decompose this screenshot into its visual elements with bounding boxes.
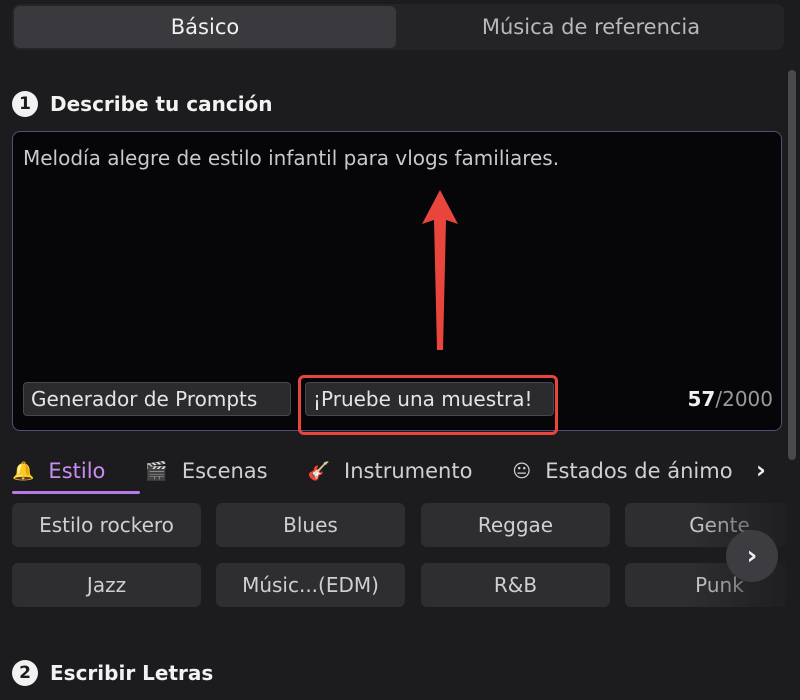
chip-estilo-rockero[interactable]: Estilo rockero	[12, 503, 201, 547]
section-describe-heading: 1 Describe tu canción	[12, 91, 273, 117]
char-count: 57	[687, 387, 716, 411]
tab-label: Escenas	[181, 459, 268, 483]
char-counter: 57/2000	[688, 387, 773, 411]
chip-edm[interactable]: Músic...(EDM)	[216, 563, 405, 607]
tab-label: Estados de ánimo	[545, 459, 733, 483]
category-tabs: 🔔 Estilo 🎬 Escenas 🎸 Instrumento 😐 Estad…	[12, 450, 786, 495]
step-number-badge: 1	[12, 91, 38, 117]
prompt-generator-button[interactable]: Generador de Prompts	[23, 382, 291, 416]
section-lyrics-heading: 2 Escribir Letras	[12, 660, 213, 686]
tab-estados-de-animo[interactable]: 😐 Estados de ánimo	[512, 450, 732, 492]
chip-reggae[interactable]: Reggae	[421, 503, 610, 547]
tab-escenas[interactable]: 🎬 Escenas	[145, 450, 267, 492]
tab-musica-referencia[interactable]: Música de referencia	[400, 6, 782, 48]
bell-icon: 🔔	[12, 460, 35, 482]
style-chip-grid: Estilo rockero Blues Reggae Gente Jazz M…	[12, 503, 786, 613]
scrollbar[interactable]	[788, 70, 796, 460]
section-title: Escribir Letras	[50, 661, 214, 685]
chip-jazz[interactable]: Jazz	[12, 563, 201, 607]
tab-label: Instrumento	[344, 459, 473, 483]
guitar-icon: 🎸	[307, 460, 331, 482]
tab-instrumento[interactable]: 🎸 Instrumento	[308, 450, 473, 492]
tab-estilo[interactable]: 🔔 Estilo	[12, 450, 141, 494]
chevron-right-icon[interactable]: ›	[726, 530, 778, 582]
step-number-badge: 2	[12, 660, 38, 686]
section-title: Describe tu canción	[50, 92, 273, 116]
chip-blues[interactable]: Blues	[216, 503, 405, 547]
mode-tabs: Básico Música de referencia	[12, 4, 784, 50]
clapperboard-icon: 🎬	[145, 460, 168, 482]
arrow-up-icon	[422, 190, 458, 350]
face-icon: 😐	[512, 460, 532, 482]
tab-label: Estilo	[48, 459, 106, 483]
highlight-box	[298, 375, 558, 435]
prompt-input[interactable]	[23, 146, 767, 170]
chip-rnb[interactable]: R&B	[421, 563, 610, 607]
tab-basico[interactable]: Básico	[14, 6, 396, 48]
chevron-right-icon[interactable]: ›	[750, 455, 772, 485]
char-limit: /2000	[715, 387, 773, 411]
